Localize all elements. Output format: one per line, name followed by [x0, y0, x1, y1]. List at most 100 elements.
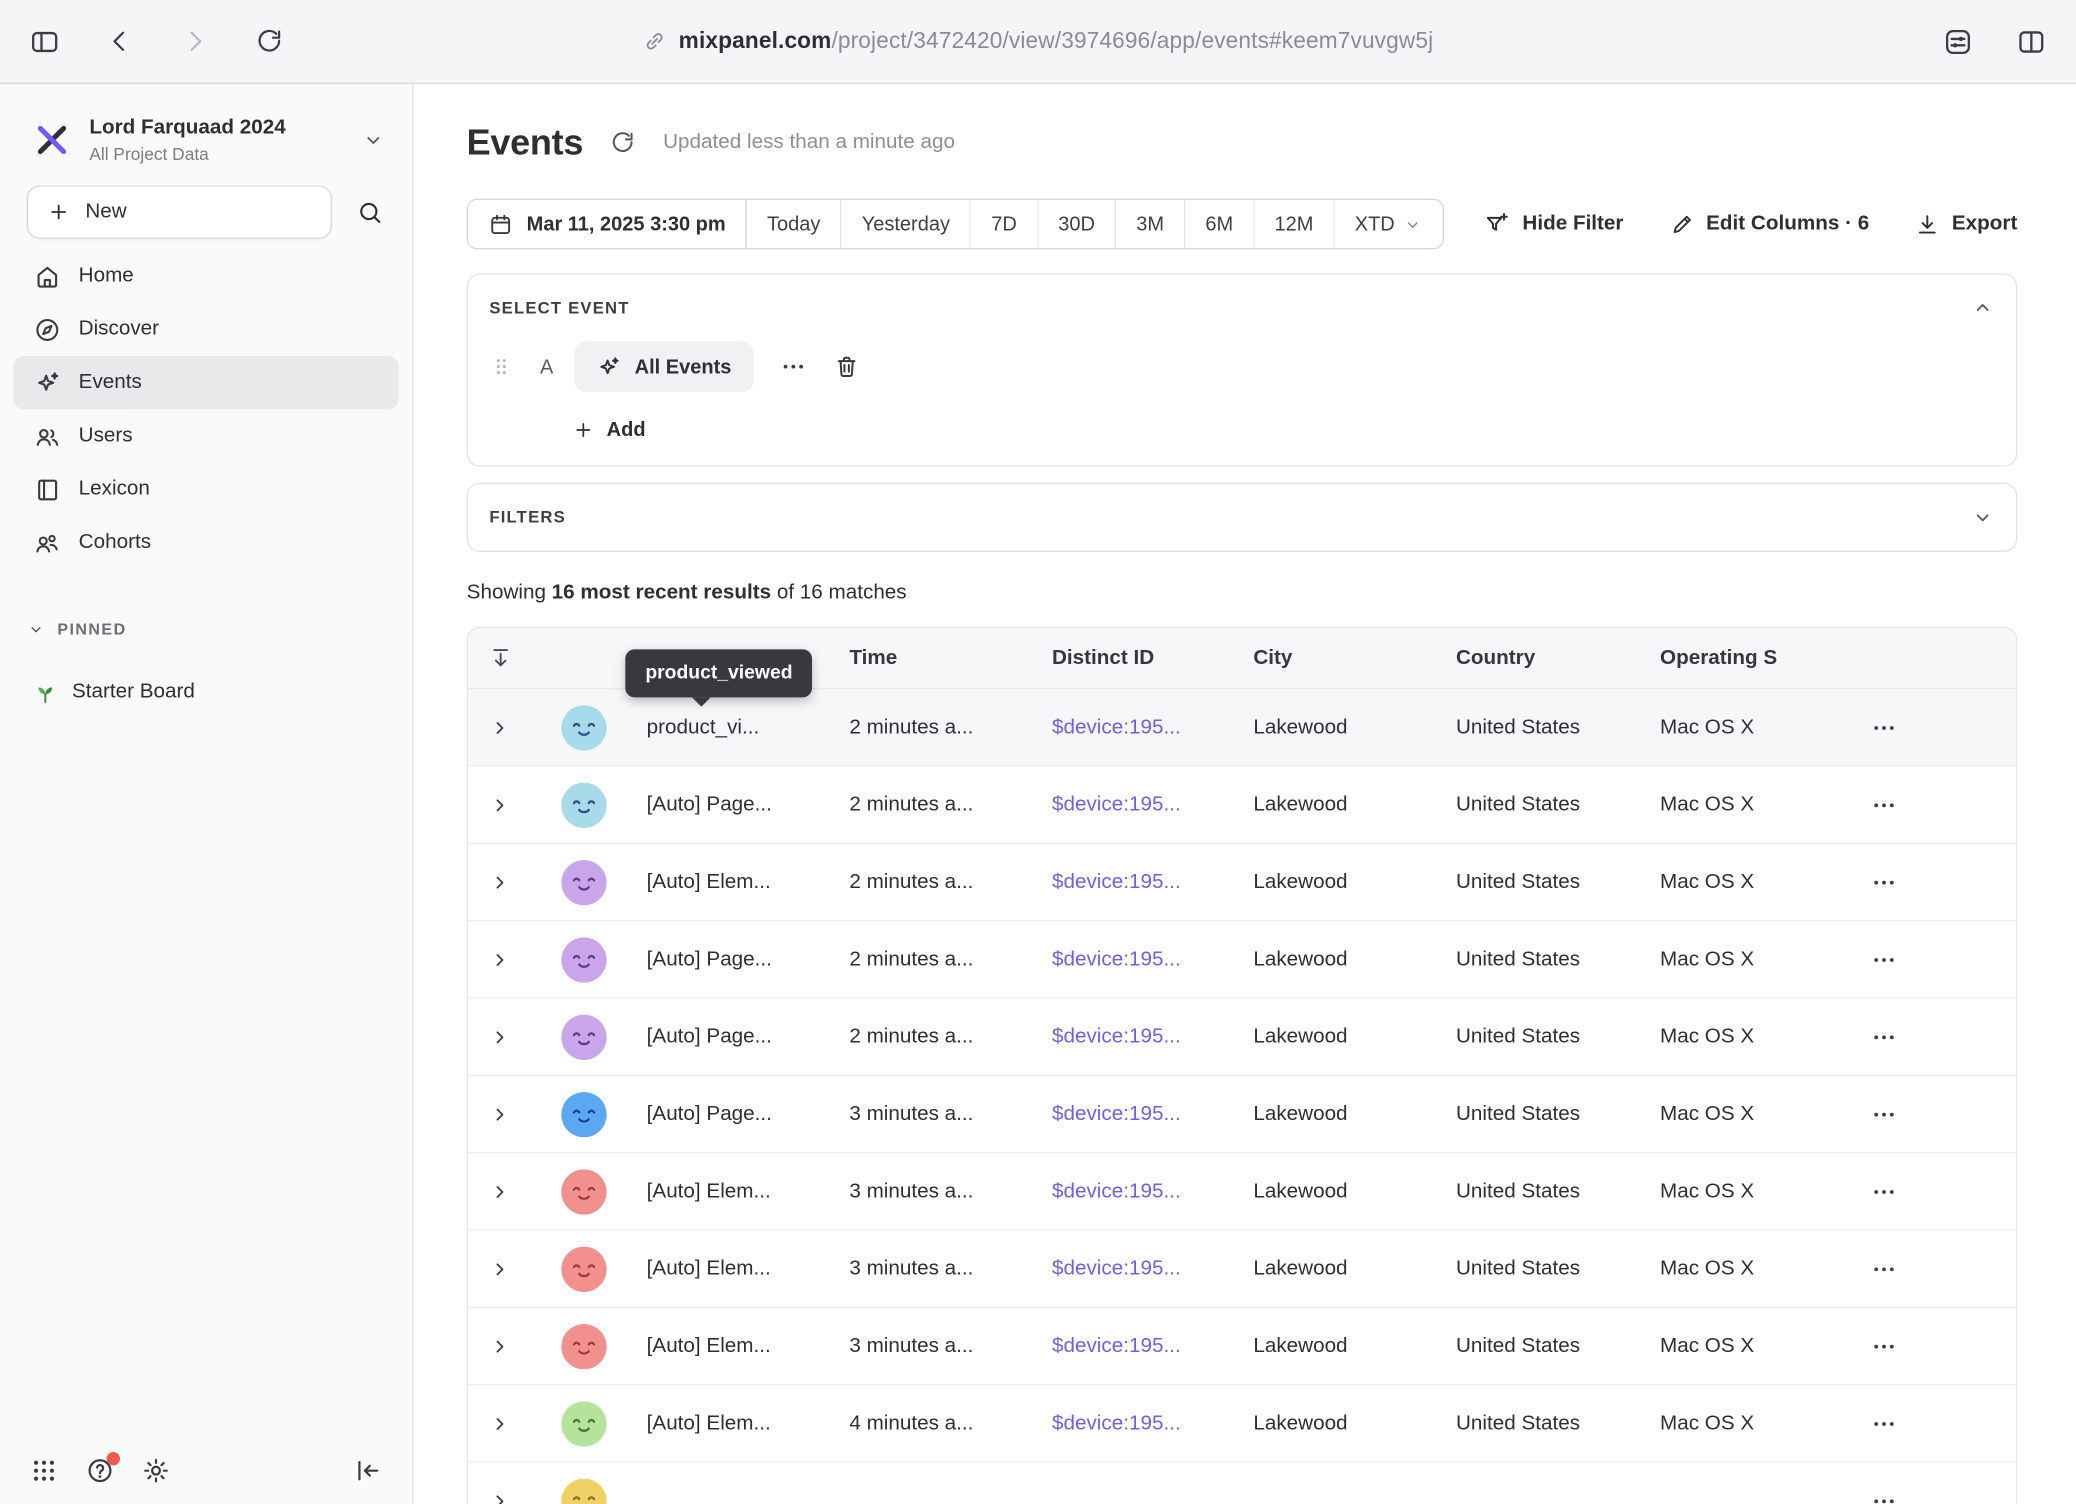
range-today[interactable]: Today: [747, 200, 842, 248]
edit-columns-button[interactable]: Edit Columns · 6: [1669, 211, 1869, 236]
range-yesterday[interactable]: Yesterday: [842, 200, 972, 248]
project-switcher[interactable]: Lord Farquaad 2024 All Project Data: [0, 116, 412, 164]
new-button[interactable]: New: [27, 185, 332, 238]
column-header-country[interactable]: Country: [1456, 646, 1660, 670]
sidebar-item-users[interactable]: Users: [13, 409, 398, 462]
pinned-section-toggle[interactable]: PINNED: [27, 620, 386, 639]
event-name[interactable]: [Auto] Elem...: [647, 1179, 771, 1203]
delete-clause-trash-icon[interactable]: [833, 353, 860, 380]
distinct-id-link[interactable]: $device:195...: [1052, 1411, 1181, 1435]
distinct-id-link[interactable]: $device:195...: [1052, 870, 1181, 894]
expand-row-chevron-icon[interactable]: [488, 1179, 512, 1203]
range-30d[interactable]: 30D: [1038, 200, 1116, 248]
date-picker-button[interactable]: Mar 11, 2025 3:30 pm: [468, 200, 747, 248]
row-actions-kebab-icon[interactable]: [1860, 1477, 1908, 1504]
event-name[interactable]: [Auto] Elem...: [647, 870, 771, 894]
row-actions-kebab-icon[interactable]: [1860, 703, 1908, 751]
event-os: Mac OS X: [1660, 1025, 1754, 1049]
row-actions-kebab-icon[interactable]: [1860, 935, 1908, 983]
row-actions-kebab-icon[interactable]: [1860, 1167, 1908, 1215]
expand-row-chevron-icon[interactable]: [488, 1025, 512, 1049]
sidebar-item-events[interactable]: Events: [13, 356, 398, 409]
row-actions-kebab-icon[interactable]: [1860, 858, 1908, 906]
column-header-distinct-id[interactable]: Distinct ID: [1052, 646, 1253, 670]
sidebar-item-starter-board[interactable]: Starter Board: [13, 665, 398, 718]
event-time: 2 minutes a...: [849, 870, 973, 894]
event-os: Mac OS X: [1660, 1179, 1754, 1203]
row-actions-kebab-icon[interactable]: [1860, 1013, 1908, 1061]
expand-row-chevron-icon[interactable]: [488, 1257, 512, 1281]
expand-row-chevron-icon[interactable]: [488, 1411, 512, 1435]
column-header-city[interactable]: City: [1253, 646, 1456, 670]
column-header-os[interactable]: Operating S: [1660, 646, 1857, 670]
gear-icon[interactable]: [141, 1456, 170, 1485]
address-bar[interactable]: mixpanel.com/project/3472420/view/397469…: [0, 0, 2076, 83]
event-name[interactable]: [Auto] Page...: [647, 793, 772, 817]
row-actions-kebab-icon[interactable]: [1860, 1090, 1908, 1138]
distinct-id-link[interactable]: $device:195...: [1052, 1257, 1181, 1281]
sidebar-item-cohorts[interactable]: Cohorts: [13, 516, 398, 569]
browser-split-view-icon[interactable]: [2016, 26, 2047, 57]
select-event-header[interactable]: SELECT EVENT: [468, 275, 2016, 342]
hide-filter-button[interactable]: Hide Filter: [1484, 211, 1624, 238]
column-header-time[interactable]: Time: [849, 646, 1052, 670]
add-event-button[interactable]: Add: [572, 419, 1995, 442]
browser-page-settings-icon[interactable]: [1943, 26, 1974, 57]
collapse-all-rows-icon[interactable]: [488, 645, 513, 670]
expand-row-chevron-icon[interactable]: [488, 793, 512, 817]
range-7d[interactable]: 7D: [971, 200, 1038, 248]
expand-row-chevron-icon[interactable]: [488, 870, 512, 894]
event-name[interactable]: [Auto] Page...: [647, 1025, 772, 1049]
table-row: [Auto] Page... 3 minutes a... $device:19…: [468, 1076, 2016, 1153]
event-name[interactable]: product_vi...: [647, 715, 760, 739]
clause-options-kebab-icon[interactable]: [779, 353, 806, 380]
event-name[interactable]: [Auto] Elem...: [647, 1411, 771, 1435]
event-name[interactable]: [Auto] Elem...: [647, 1334, 771, 1358]
browser-reload-icon[interactable]: [255, 27, 284, 56]
range-3m[interactable]: 3M: [1116, 200, 1185, 248]
chevron-down-icon[interactable]: [1971, 505, 1995, 529]
browser-sidebar-toggle-icon[interactable]: [29, 26, 60, 57]
distinct-id-link[interactable]: $device:195...: [1052, 793, 1181, 817]
browser-back-icon[interactable]: [105, 27, 134, 56]
row-actions-kebab-icon[interactable]: [1860, 1245, 1908, 1293]
row-actions-kebab-icon[interactable]: [1860, 1399, 1908, 1447]
expand-row-chevron-icon[interactable]: [488, 1334, 512, 1358]
export-button[interactable]: Export: [1915, 211, 2018, 236]
expand-row-chevron-icon[interactable]: [488, 947, 512, 971]
row-actions-kebab-icon[interactable]: [1860, 781, 1908, 829]
distinct-id-link[interactable]: $device:195...: [1052, 1025, 1181, 1049]
sidebar-item-home[interactable]: Home: [13, 249, 398, 302]
range-xtd[interactable]: XTD: [1335, 200, 1443, 248]
refresh-icon[interactable]: [610, 129, 637, 156]
distinct-id-link[interactable]: $device:195...: [1052, 715, 1181, 739]
event-name[interactable]: [Auto] Elem...: [647, 1257, 771, 1281]
distinct-id-link[interactable]: $device:195...: [1052, 1102, 1181, 1126]
events-table: product_viewed Time Distinct ID City Cou…: [467, 627, 2018, 1504]
row-actions-kebab-icon[interactable]: [1860, 1322, 1908, 1370]
filters-header[interactable]: FILTERS: [468, 484, 2016, 551]
search-button[interactable]: [343, 185, 396, 238]
chevron-up-icon[interactable]: [1971, 296, 1995, 320]
distinct-id-link[interactable]: $device:195...: [1052, 1179, 1181, 1203]
drag-handle-icon[interactable]: [489, 355, 513, 379]
sidebar-item-discover[interactable]: Discover: [13, 303, 398, 356]
expand-row-chevron-icon[interactable]: [488, 1489, 512, 1504]
apps-grid-icon[interactable]: [29, 1456, 58, 1485]
sidebar-item-label: Discover: [79, 317, 159, 341]
sidebar-item-lexicon[interactable]: Lexicon: [13, 463, 398, 516]
event-country: United States: [1456, 947, 1580, 971]
expand-row-chevron-icon[interactable]: [488, 1102, 512, 1126]
range-6m[interactable]: 6M: [1185, 200, 1254, 248]
range-12m[interactable]: 12M: [1254, 200, 1334, 248]
distinct-id-link[interactable]: $device:195...: [1052, 1334, 1181, 1358]
collapse-sidebar-icon[interactable]: [353, 1456, 382, 1485]
distinct-id-link[interactable]: $device:195...: [1052, 947, 1181, 971]
event-name[interactable]: [Auto] Page...: [647, 1102, 772, 1126]
help-icon[interactable]: [85, 1456, 114, 1485]
results-summary: Showing 16 most recent results of 16 mat…: [467, 581, 2018, 605]
event-selector-button[interactable]: All Events: [575, 341, 753, 392]
event-name[interactable]: [Auto] Page...: [647, 947, 772, 971]
browser-forward-icon[interactable]: [180, 27, 209, 56]
expand-row-chevron-icon[interactable]: [488, 715, 512, 739]
